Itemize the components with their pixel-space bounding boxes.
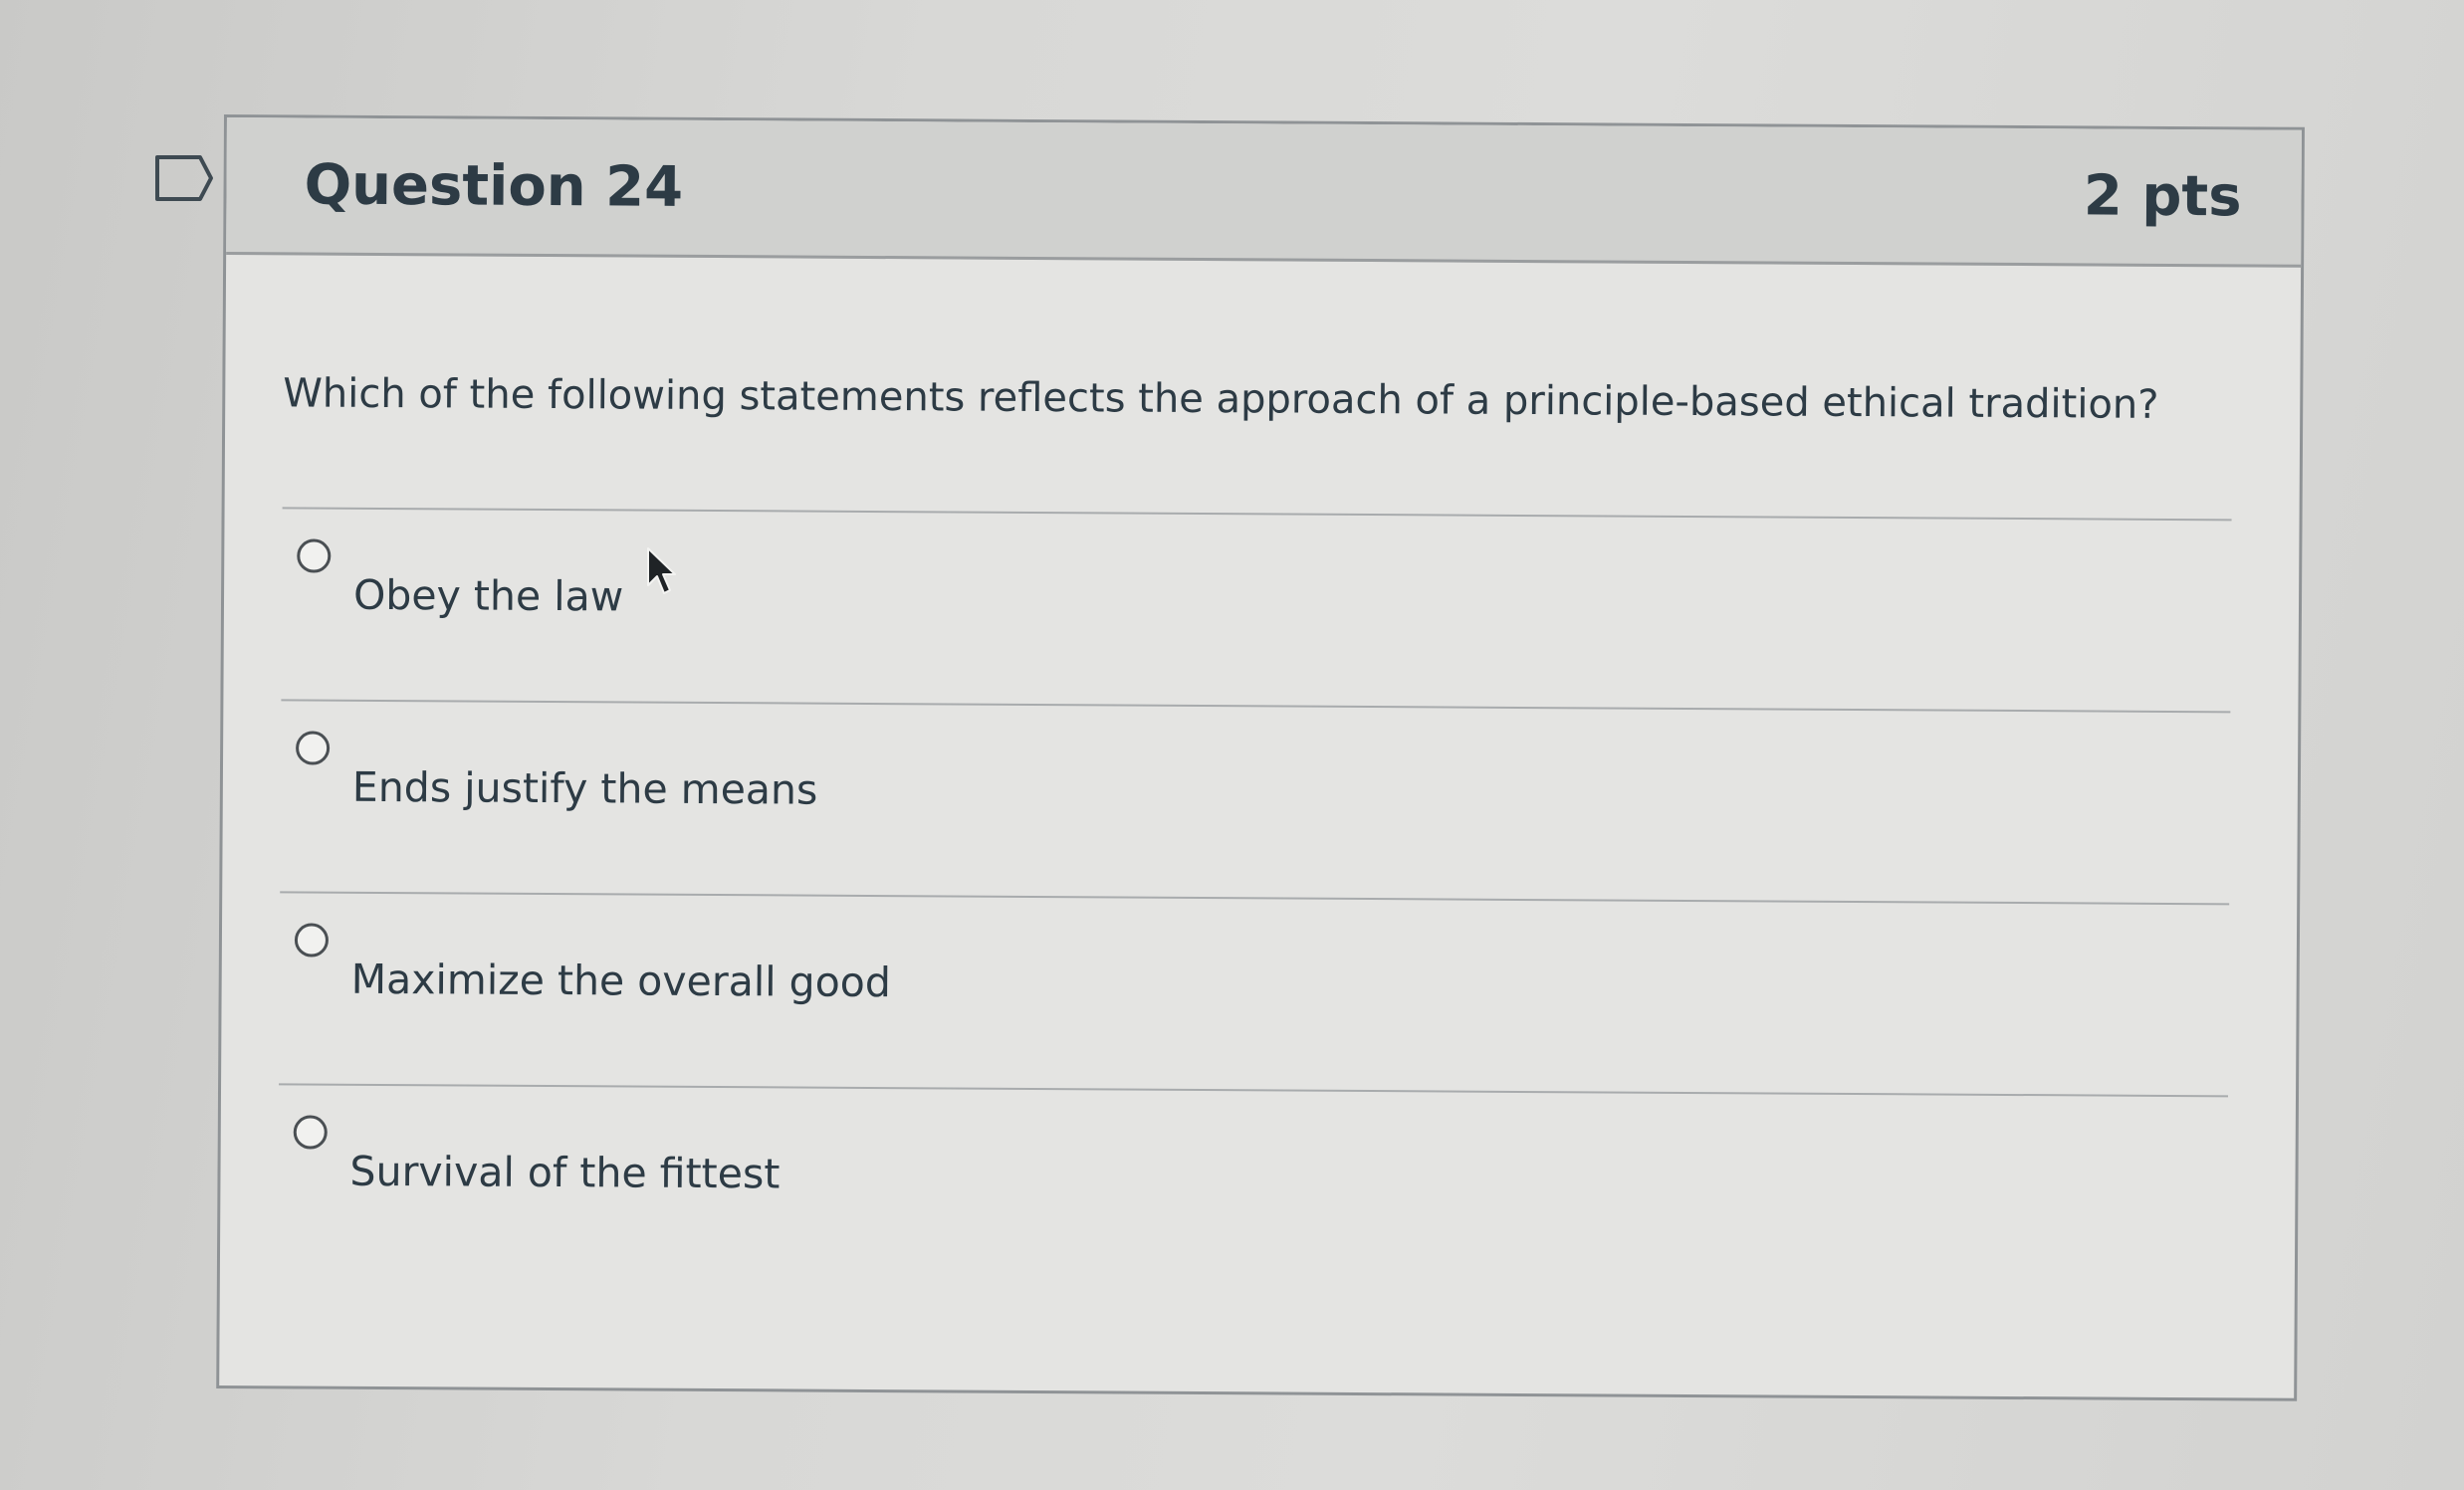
question-title: Question 24: [304, 152, 684, 220]
flag-question-icon[interactable]: [154, 154, 214, 202]
answer-list: Obey the law Ends justify the means Maxi…: [277, 507, 2232, 1288]
radio-unselected-icon[interactable]: [294, 923, 330, 958]
answer-option-survival-of-the-fittest[interactable]: Survival of the fittest: [277, 1083, 2229, 1288]
answer-label[interactable]: Obey the law: [353, 571, 623, 621]
answer-label[interactable]: Survival of the fittest: [349, 1148, 780, 1198]
question-points: 2 pts: [2083, 163, 2242, 230]
question-body: Which of the following statements reflec…: [220, 255, 2301, 1288]
radio-unselected-icon[interactable]: [297, 538, 332, 573]
answer-option-obey-the-law[interactable]: Obey the law: [281, 507, 2232, 712]
answer-option-maximize-the-overall-good[interactable]: Maximize the overall good: [279, 891, 2230, 1096]
question-header: Question 24 2 pts: [226, 117, 2302, 268]
question-card: Question 24 2 pts Which of the following…: [216, 114, 2305, 1401]
radio-unselected-icon[interactable]: [293, 1115, 328, 1150]
radio-unselected-icon[interactable]: [296, 731, 331, 765]
answer-option-ends-justify-the-means[interactable]: Ends justify the means: [280, 699, 2231, 904]
mouse-pointer-icon: [647, 547, 676, 594]
answer-label[interactable]: Ends justify the means: [352, 763, 818, 814]
question-text: Which of the following statements reflec…: [283, 370, 2159, 428]
answer-label[interactable]: Maximize the overall good: [351, 956, 891, 1006]
